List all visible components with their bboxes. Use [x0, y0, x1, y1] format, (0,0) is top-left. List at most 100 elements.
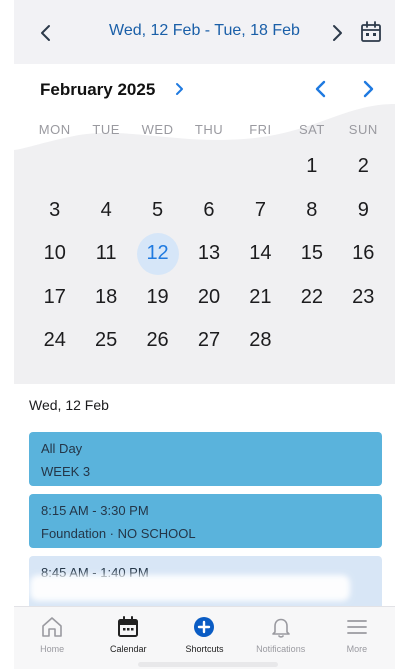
calendar-icon: [361, 21, 381, 42]
day-cell[interactable]: 5: [132, 189, 183, 233]
day-number: 26: [146, 329, 169, 352]
day-cell[interactable]: 9: [338, 189, 389, 233]
chevron-right-icon: [333, 25, 342, 41]
day-cell[interactable]: 24: [29, 319, 80, 363]
weekday-label: MON: [38, 122, 71, 137]
weekday-label: TUE: [92, 122, 120, 137]
day-number: 9: [357, 198, 369, 221]
tab-home[interactable]: Home: [14, 607, 90, 669]
menu-icon: [346, 620, 367, 634]
day-number: 8: [306, 198, 318, 221]
day-number: 15: [300, 242, 323, 265]
month-day-grid: 1 2 3 4 5 6 7 8 9 10 11 12 13 14 15 16 17 18 19 20 21 22 23 24 2…: [29, 145, 389, 363]
event-card[interactable]: All Day WEEK 3: [29, 432, 382, 486]
day-cell[interactable]: 10: [29, 232, 80, 276]
day-cell[interactable]: 16: [338, 232, 389, 276]
previous-week-button[interactable]: [34, 20, 58, 46]
plus-circle-icon: [194, 617, 215, 637]
day-number: 18: [95, 285, 118, 308]
day-number: 7: [254, 198, 266, 221]
event-title: WEEK 3: [41, 464, 91, 479]
day-cell[interactable]: 26: [132, 319, 183, 363]
day-cell[interactable]: 21: [235, 276, 286, 320]
day-number: 20: [197, 285, 221, 308]
day-number: 28: [249, 329, 272, 352]
day-cell[interactable]: 25: [80, 319, 131, 363]
day-cell[interactable]: 3: [29, 189, 80, 233]
day-number: 6: [203, 198, 215, 221]
day-number: 24: [43, 329, 66, 352]
next-month-button[interactable]: [357, 76, 379, 102]
event-card[interactable]: 8:15 AM - 3:30 PM Foundation · NO SCHOOL: [29, 494, 382, 548]
day-cell[interactable]: 20: [183, 276, 234, 320]
day-number: 11: [95, 242, 117, 265]
calendar-icon: [118, 616, 139, 637]
tab-calendar[interactable]: Calendar: [90, 607, 166, 669]
day-number: 23: [352, 285, 375, 308]
tab-label: Calendar: [110, 644, 147, 654]
weekday-header: MON TUE WED THU FRI SAT SUN: [29, 122, 389, 142]
day-number: 4: [100, 198, 112, 221]
event-time: 8:15 AM - 3:30 PM: [41, 503, 149, 518]
day-cell[interactable]: 7: [235, 189, 286, 233]
event-title: Foundation · NO SCHOOL: [41, 526, 196, 541]
tab-label: More: [346, 644, 368, 654]
day-cell[interactable]: 28: [235, 319, 286, 363]
tab-label: Home: [40, 644, 65, 654]
day-number: 3: [49, 198, 61, 221]
event-time: All Day: [41, 441, 83, 456]
home-indicator: [138, 662, 278, 667]
tab-label: Notifications: [256, 644, 306, 654]
week-range-title[interactable]: Wed, 12 Feb - Tue, 18 Feb: [64, 22, 345, 40]
day-cell[interactable]: 11: [80, 232, 131, 276]
chevron-left-icon: [41, 25, 50, 41]
tab-notifications[interactable]: Notifications: [243, 607, 319, 669]
day-number: 27: [197, 329, 221, 352]
chevron-right-icon: [176, 83, 183, 95]
home-icon: [42, 617, 62, 637]
tab-shortcuts[interactable]: Shortcuts: [166, 607, 242, 669]
day-number: 25: [95, 329, 118, 352]
day-cell[interactable]: 15: [286, 232, 337, 276]
selected-day-cell[interactable]: 12: [132, 232, 183, 276]
day-number: 22: [300, 285, 323, 308]
day-number: 17: [43, 285, 66, 308]
day-cell[interactable]: 13: [183, 232, 234, 276]
day-cell[interactable]: 17: [29, 276, 80, 320]
day-cell[interactable]: 27: [183, 319, 234, 363]
bottom-tab-bar: Home Calendar Shortcuts Notifications Mo…: [14, 606, 395, 669]
day-cell[interactable]: 22: [286, 276, 337, 320]
day-cell[interactable]: 18: [80, 276, 131, 320]
day-number: 2: [357, 155, 369, 178]
tab-more[interactable]: More: [319, 607, 395, 669]
previous-month-button[interactable]: [310, 76, 332, 102]
day-number: 21: [249, 285, 272, 308]
next-week-button[interactable]: [325, 20, 349, 46]
bell-icon: [271, 618, 290, 638]
day-cell[interactable]: 4: [80, 189, 131, 233]
day-cell[interactable]: 14: [235, 232, 286, 276]
month-title-chevron[interactable]: [172, 78, 188, 100]
month-title[interactable]: February 2025: [40, 80, 155, 100]
weekday-label: FRI: [249, 122, 272, 137]
day-cell[interactable]: 1: [286, 145, 337, 189]
day-cell[interactable]: 6: [183, 189, 234, 233]
day-number: 19: [146, 285, 169, 308]
day-number: 5: [152, 198, 164, 221]
day-cell[interactable]: 2: [338, 145, 389, 189]
weekday-label: WED: [141, 122, 174, 137]
day-cell[interactable]: 8: [286, 189, 337, 233]
day-number: 10: [43, 242, 66, 265]
day-number: 16: [352, 242, 375, 265]
calendar-picker-button[interactable]: [358, 19, 384, 45]
agenda-date-label: Wed, 12 Feb: [29, 397, 109, 413]
day-cell[interactable]: 23: [338, 276, 389, 320]
day-number: 12: [146, 242, 169, 265]
weekday-label: SUN: [348, 122, 378, 137]
weekday-label: THU: [194, 122, 224, 137]
redacted-text: [30, 575, 350, 601]
weekday-label: SAT: [298, 122, 325, 137]
day-cell[interactable]: 19: [132, 276, 183, 320]
day-number: 14: [249, 242, 272, 265]
chevron-left-icon: [315, 80, 326, 98]
